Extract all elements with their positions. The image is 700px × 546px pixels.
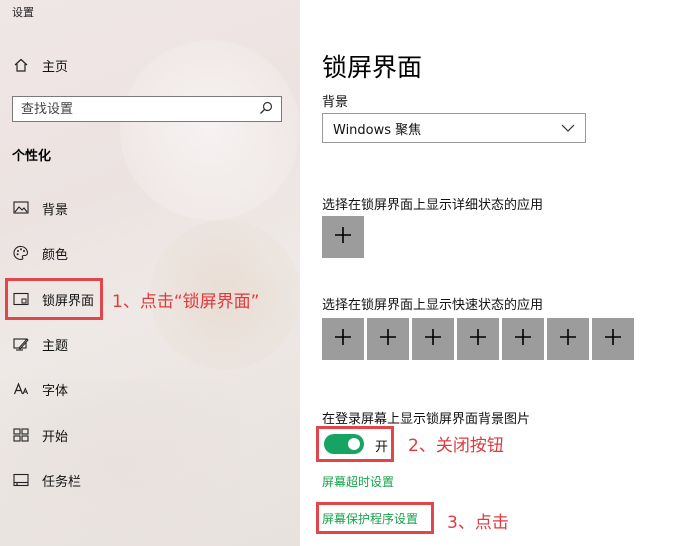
search-box[interactable] <box>12 96 282 122</box>
add-quick-app-button[interactable] <box>592 318 634 360</box>
sidebar-item-label: 主题 <box>42 338 69 354</box>
background-label: 背景 <box>322 95 349 110</box>
search-icon[interactable] <box>259 100 273 119</box>
add-quick-app-button[interactable] <box>322 318 364 360</box>
plus-icon <box>514 328 532 350</box>
annotation-step1: 1、点击“锁屏界面” <box>112 292 260 312</box>
plus-icon <box>559 328 577 350</box>
sidebar-item-label: 锁屏界面 <box>42 293 95 309</box>
add-quick-app-button[interactable] <box>547 318 589 360</box>
sidebar-item-color[interactable]: 颜色 <box>12 243 68 263</box>
sidebar-item-label: 背景 <box>42 202 69 218</box>
sidebar: 设置 主页 个性化 背景 颜色 锁屏界面 主题 <box>0 0 300 546</box>
sidebar-item-label: 开始 <box>42 429 69 445</box>
detailed-status-label: 选择在锁屏界面上显示详细状态的应用 <box>322 198 544 213</box>
signin-bg-label: 在登录屏幕上显示锁屏界面背景图片 <box>322 412 531 427</box>
sidebar-item-background[interactable]: 背景 <box>12 198 68 218</box>
search-input[interactable] <box>21 101 259 117</box>
theme-brush-icon <box>12 335 30 353</box>
palette-icon <box>12 244 30 262</box>
sidebar-item-label: 字体 <box>42 383 69 399</box>
add-quick-app-button[interactable] <box>457 318 499 360</box>
home-label: 主页 <box>42 59 69 75</box>
background-dropdown[interactable]: Windows 聚焦 <box>322 113 586 143</box>
sidebar-item-theme[interactable]: 主题 <box>12 334 68 354</box>
annotation-step3: 3、点击 <box>447 513 509 533</box>
screen-timeout-link[interactable]: 屏幕超时设置 <box>322 473 394 490</box>
taskbar-icon <box>12 471 30 489</box>
toggle-state-label: 开 <box>375 440 389 455</box>
picture-icon <box>12 199 30 217</box>
plus-icon <box>334 226 352 248</box>
sidebar-item-label: 颜色 <box>42 247 69 263</box>
sidebar-item-taskbar[interactable]: 任务栏 <box>12 470 81 490</box>
screensaver-settings-link[interactable]: 屏幕保护程序设置 <box>322 510 418 527</box>
plus-icon <box>469 328 487 350</box>
section-title: 个性化 <box>12 149 52 164</box>
sidebar-item-start[interactable]: 开始 <box>12 425 68 445</box>
font-icon <box>12 380 30 398</box>
main-panel: 锁屏界面 背景 Windows 聚焦 选择在锁屏界面上显示详细状态的应用 选择在… <box>300 0 700 546</box>
plus-icon <box>334 328 352 350</box>
start-icon <box>12 426 30 444</box>
dropdown-value: Windows 聚焦 <box>333 122 422 138</box>
home-nav-item[interactable]: 主页 <box>12 55 68 75</box>
background-decoration <box>0 380 240 546</box>
add-quick-app-button[interactable] <box>502 318 544 360</box>
background-decoration <box>120 40 300 220</box>
chevron-down-icon <box>561 121 575 136</box>
add-quick-app-button[interactable] <box>412 318 454 360</box>
toggle-knob <box>348 438 360 450</box>
add-quick-app-button[interactable] <box>367 318 409 360</box>
sidebar-item-label: 任务栏 <box>42 474 82 490</box>
plus-icon <box>604 328 622 350</box>
plus-icon <box>424 328 442 350</box>
quick-status-label: 选择在锁屏界面上显示快速状态的应用 <box>322 298 544 313</box>
sidebar-item-fonts[interactable]: 字体 <box>12 379 68 399</box>
plus-icon <box>379 328 397 350</box>
signin-bg-toggle[interactable] <box>324 434 364 454</box>
sidebar-item-lock-screen[interactable]: 锁屏界面 <box>12 289 94 309</box>
page-title: 锁屏界面 <box>322 53 423 82</box>
home-icon <box>12 56 30 74</box>
add-detailed-app-button[interactable] <box>322 216 364 258</box>
annotation-step2: 2、关闭按钮 <box>408 436 504 456</box>
window-title: 设置 <box>12 6 34 19</box>
lock-screen-icon <box>12 290 30 308</box>
